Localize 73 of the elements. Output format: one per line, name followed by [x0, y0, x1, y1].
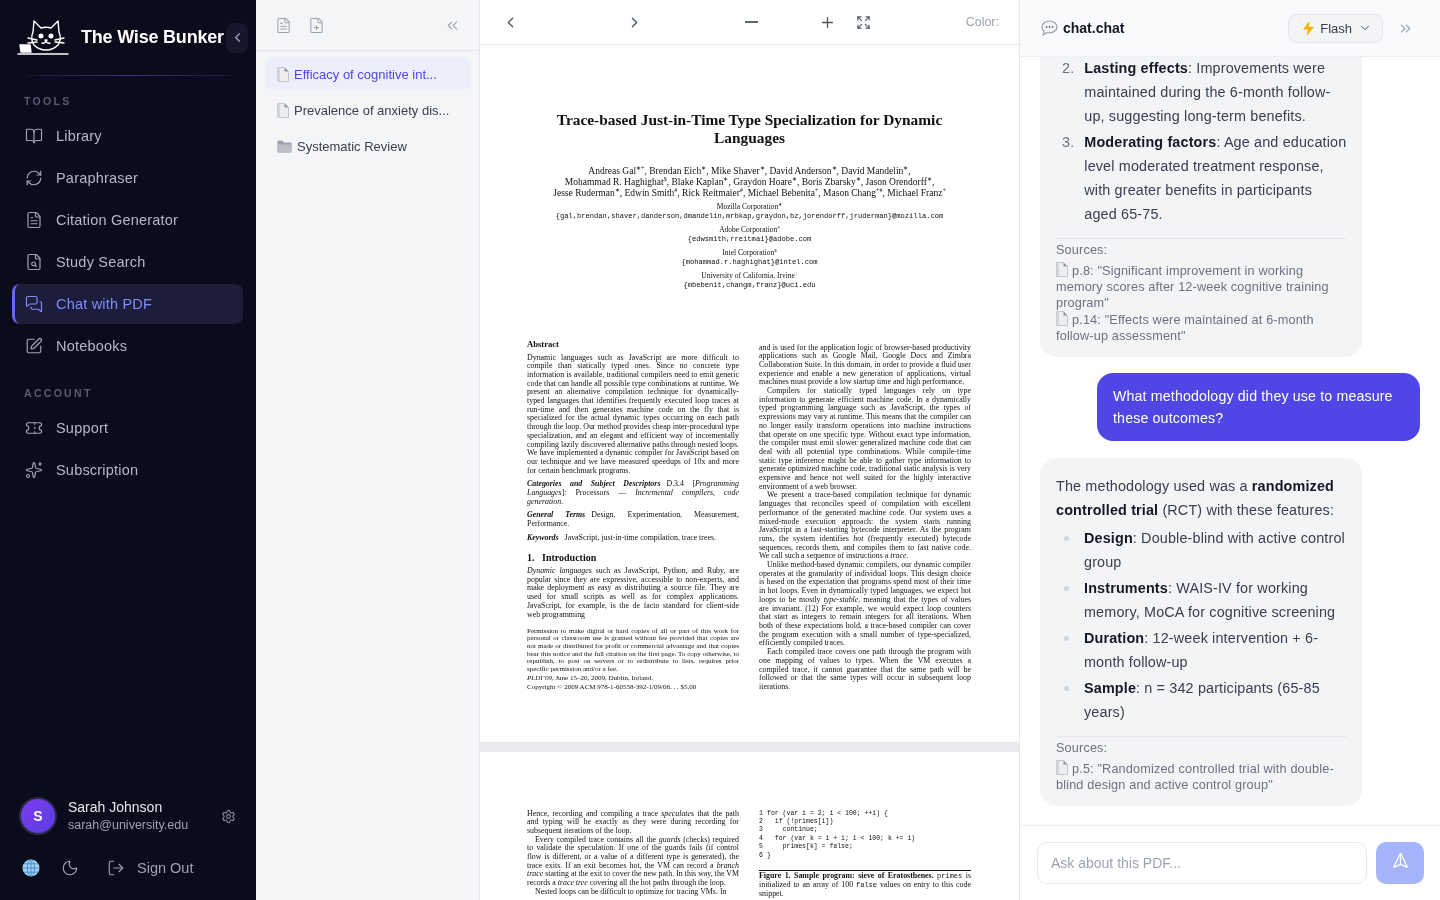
new-document-icon[interactable] — [308, 16, 325, 34]
speech-bubble-icon — [1041, 20, 1058, 36]
bullet-icon — [1064, 586, 1069, 591]
list-item-text: Lasting effects: Improvements were maintained during the 6-month follow-up, suggesting long-term benefits. — [1084, 59, 1332, 126]
folder-icon — [277, 139, 292, 153]
cat-logo-icon — [17, 17, 69, 58]
circular-arrows-icon — [25, 169, 43, 187]
user-name: Sarah Johnson — [68, 799, 163, 816]
user-email: sarah@university.edu — [68, 818, 189, 833]
list-item-text: Instruments: WAIS-IV for working memory, MoCA for cognitive screening — [1084, 579, 1337, 622]
expand-icon — [855, 14, 871, 30]
chat-bubbles-icon — [25, 295, 43, 313]
globe-icon[interactable] — [22, 859, 40, 877]
sources-label: Sources: — [1056, 242, 1108, 258]
lightning-icon — [1303, 20, 1315, 36]
user-avatar[interactable]: S — [19, 797, 57, 835]
nav-item[interactable]: Study Search — [12, 242, 243, 282]
source-link[interactable]: p.5: "Randomized controlled trial with double-blind design and active control group" — [1056, 760, 1347, 793]
nav-item[interactable]: Chat with PDF — [12, 284, 243, 324]
list-number: 2. — [1062, 59, 1075, 78]
nav-item[interactable]: Paraphraser — [12, 158, 243, 198]
sign-out-button[interactable]: Sign Out — [107, 859, 194, 877]
nav-item[interactable]: Library — [12, 116, 243, 156]
list-number: 3. — [1062, 133, 1075, 152]
bullet-icon — [1064, 686, 1069, 691]
exit-icon — [107, 859, 125, 877]
page-icon — [277, 66, 289, 82]
source-link[interactable]: p.8: "Significant improvement in working memory scores after 12-week cognitive training program" — [1056, 262, 1347, 311]
model-select[interactable]: Flash — [1288, 13, 1383, 43]
user-message: What methodology did they use to measure these outcomes? — [1097, 373, 1420, 441]
sources-label: Sources: — [1056, 740, 1108, 756]
section-heading: Abstract — [527, 339, 559, 349]
page-icon — [277, 102, 289, 118]
ticket-icon — [25, 419, 43, 437]
bullet-icon — [1064, 536, 1069, 541]
list-item-text: Duration: 12-week intervention + 6-month follow-up — [1084, 629, 1320, 672]
section-heading: 1. Introduction — [527, 551, 597, 563]
file-item[interactable]: Efficacy of cognitive int... — [265, 58, 471, 90]
nav-item[interactable]: Subscription — [12, 450, 243, 490]
page-icon — [1056, 760, 1068, 775]
page-icon — [1056, 262, 1068, 277]
color-label: Color: — [965, 15, 999, 29]
document-title: Trace-based Just-in-Time Type Specialization for Dynamic Languages — [555, 111, 944, 147]
minus-icon — [744, 21, 758, 23]
page-icon — [1056, 311, 1068, 326]
author-line: Jesse Ruderman$^{∗}$, Edwin Smith$^{#}$, Rick Reitmaier$^{#}$, Michael Bebenita$^{+}$, Mason Chang$^{+#}$, Michael Franz$^{+}$ — [553, 188, 946, 199]
moon-icon[interactable] — [61, 859, 79, 877]
nav-item[interactable]: Notebooks — [12, 326, 243, 366]
collapse-button[interactable] — [226, 22, 248, 53]
settings-icon[interactable] — [221, 808, 236, 824]
list-item-text: Sample: n = 342 participants (65-85 years) — [1084, 679, 1321, 722]
message-text: The methodology used was a randomized controlled trial (RCT) with these features: — [1056, 477, 1336, 520]
pencil-square-icon — [25, 337, 43, 355]
author-line: Andreas Gal$^{∗+}$, Brendan Eich$^{∗}$, Mike Shaver$^{∗}$, David Anderson$^{∗}$, David Mandelin$^{∗}$, — [588, 166, 911, 177]
sparkles-icon — [25, 461, 43, 479]
file-item[interactable]: Prevalence of anxiety dis... — [265, 94, 471, 126]
list-item-text: Moderating factors: Age and education level moderated treatment response, with greater benefits in participants aged 65-75. — [1084, 133, 1347, 224]
document-icon — [25, 211, 43, 229]
source-link[interactable]: p.14: "Effects were maintained at 6-month follow-up assessment" — [1056, 311, 1347, 344]
chat-input[interactable]: Ask about this PDF... — [1037, 842, 1367, 884]
document-icon[interactable] — [275, 16, 292, 34]
section-label: TOOLS — [24, 94, 72, 108]
nav-item[interactable]: Support — [12, 408, 243, 448]
folder-item[interactable]: Systematic Review — [265, 130, 471, 162]
document-search-icon — [25, 253, 43, 271]
author-line: Mohammad R. Haghighat$^{$}$, Blake Kaplan$^{∗}$, Graydon Hoare$^{∗}$, Boris Zbarsky$^{∗}$, Jason Orendorff$^{∗}$, — [564, 177, 935, 188]
chat-title: chat.chat — [1063, 20, 1125, 36]
brand-name: The Wise Bunker — [81, 27, 224, 48]
list-item-text: Design: Double-blind with active control group — [1084, 529, 1346, 572]
bullet-icon — [1064, 636, 1069, 641]
nav-item[interactable]: Citation Generator — [12, 200, 243, 240]
section-label: ACCOUNT — [24, 386, 93, 400]
open-book-icon — [25, 127, 43, 145]
